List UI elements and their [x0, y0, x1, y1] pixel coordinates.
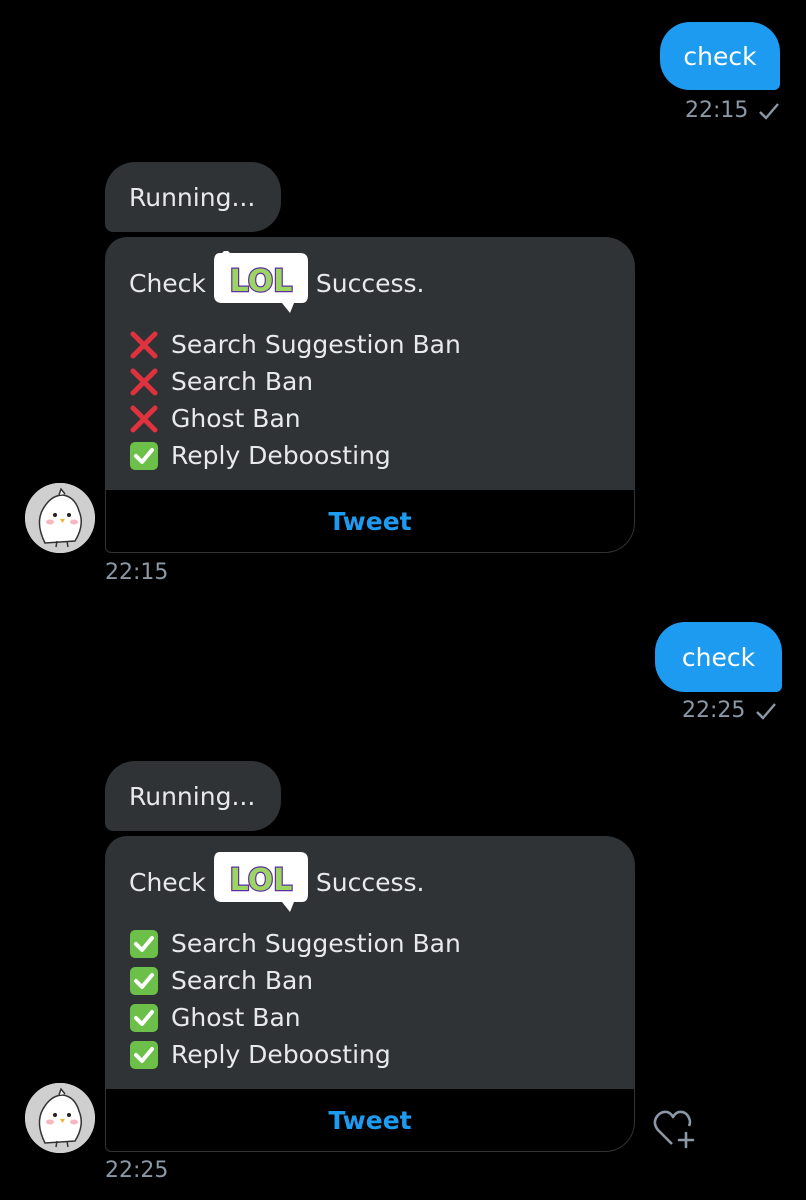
status-list: Search Suggestion Ban Search Ban Ghost B…	[129, 925, 461, 1073]
status-item: Ghost Ban	[129, 400, 461, 437]
status-item: Search Ban	[129, 363, 461, 400]
cross-mark-icon	[129, 404, 159, 434]
status-label: Reply Deboosting	[171, 441, 391, 470]
success-label: Success.	[315, 268, 425, 298]
status-item: Search Suggestion Ban	[129, 925, 461, 962]
status-label: Search Suggestion Ban	[171, 330, 461, 359]
heart-plus-icon[interactable]	[652, 1108, 698, 1150]
status-label: Ghost Ban	[171, 404, 301, 433]
status-item: Reply Deboosting	[129, 437, 461, 474]
status-item: Reply Deboosting	[129, 1036, 461, 1073]
check-box-icon	[129, 1040, 159, 1070]
outgoing-message-text: check	[683, 41, 757, 71]
cross-mark-icon	[129, 367, 159, 397]
check-box-icon	[129, 441, 159, 471]
chick-avatar-icon	[25, 483, 95, 553]
card-headline: Check LOL Success.	[129, 251, 425, 313]
outgoing-message-text: check	[681, 642, 756, 672]
tweet-button-label: Tweet	[328, 506, 412, 536]
check-icon	[756, 702, 777, 720]
running-message[interactable]: Running...	[105, 761, 281, 831]
outgoing-meta: 22:25	[682, 698, 777, 723]
card-headline: Check LOL Success.	[129, 852, 425, 912]
chick-avatar-icon	[25, 1083, 95, 1153]
lol-sticker: LOL	[212, 251, 310, 313]
avatar[interactable]	[25, 483, 95, 553]
running-text: Running...	[129, 781, 256, 811]
check-box-icon	[129, 929, 159, 959]
tweet-button[interactable]: Tweet	[106, 489, 634, 552]
status-list: Search Suggestion Ban Search Ban Ghost B…	[129, 326, 461, 474]
success-label: Success.	[315, 867, 425, 897]
cross-mark-icon	[129, 330, 159, 360]
check-label: Check	[129, 867, 206, 897]
check-label: Check	[129, 268, 206, 298]
status-label: Ghost Ban	[171, 1003, 301, 1032]
outgoing-message[interactable]: check	[655, 622, 782, 692]
status-item: Ghost Ban	[129, 999, 461, 1036]
outgoing-meta: 22:15	[685, 98, 780, 123]
status-label: Search Suggestion Ban	[171, 929, 461, 958]
lol-sticker-text: LOL	[230, 264, 293, 299]
tweet-button-label: Tweet	[328, 1105, 412, 1135]
running-text: Running...	[129, 182, 256, 212]
outgoing-time: 22:25	[682, 698, 746, 723]
incoming-time: 22:15	[105, 560, 169, 585]
incoming-time: 22:25	[105, 1158, 169, 1183]
status-label: Search Ban	[171, 966, 314, 995]
tweet-button[interactable]: Tweet	[106, 1088, 634, 1151]
check-box-icon	[129, 966, 159, 996]
check-icon	[759, 102, 780, 120]
lol-sticker: LOL	[212, 852, 310, 912]
status-label: Reply Deboosting	[171, 1040, 391, 1069]
result-card[interactable]: Check LOL Success. Search Suggestion Ban…	[105, 836, 635, 1152]
avatar[interactable]	[25, 1083, 95, 1153]
outgoing-time: 22:15	[685, 98, 749, 123]
lol-sticker-text: LOL	[230, 863, 293, 898]
status-label: Search Ban	[171, 367, 314, 396]
outgoing-message[interactable]: check	[660, 22, 780, 90]
check-box-icon	[129, 1003, 159, 1033]
status-item: Search Suggestion Ban	[129, 326, 461, 363]
result-card[interactable]: Check LOL Success. Search Suggestion Ban…	[105, 237, 635, 553]
status-item: Search Ban	[129, 962, 461, 999]
running-message[interactable]: Running...	[105, 162, 281, 232]
